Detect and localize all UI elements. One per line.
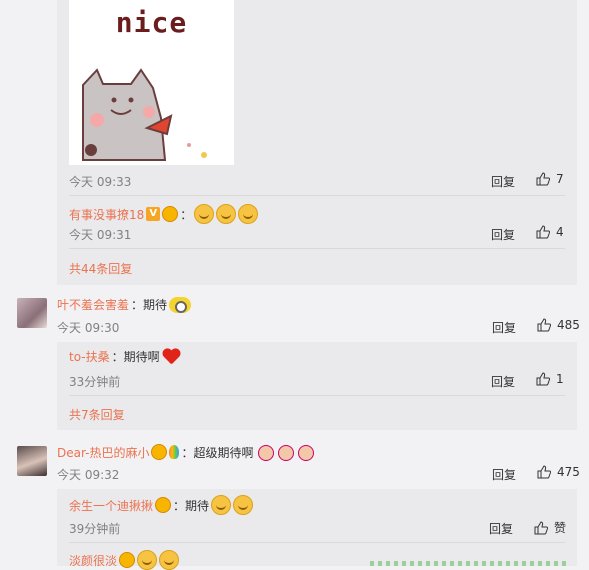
comment-username[interactable]: 叶不羞会害羞 [57, 296, 129, 313]
like-count: 7 [556, 172, 564, 186]
chick-emoji-icon [296, 443, 314, 461]
watermark-dots [370, 561, 570, 566]
like-button[interactable]: 1 [536, 372, 564, 386]
divider [69, 248, 565, 249]
thumbs-up-icon [536, 372, 550, 386]
sticker-image[interactable]: nice [69, 0, 234, 165]
laugh-cry-emoji-icon [211, 495, 232, 515]
thumbs-up-icon [536, 172, 550, 186]
divider [69, 542, 565, 543]
comment-body: Dear-热巴的麻小 ：超级期待啊 [57, 443, 314, 461]
comment-time: 今天 09:32 [57, 468, 120, 482]
fan-badge-icon [155, 497, 172, 513]
chick-emoji-icon [256, 443, 274, 461]
clap-emoji-icon [238, 204, 259, 224]
fan-badge-icon [162, 206, 179, 222]
reply-item: to-扶桑 ：期待啊 [69, 348, 180, 365]
thumbs-up-icon [537, 465, 551, 479]
reply-username[interactable]: to-扶桑 [69, 348, 110, 365]
thumbs-up-icon [536, 225, 550, 239]
reply-button[interactable]: 回复 [492, 319, 516, 336]
like-button[interactable]: 4 [536, 225, 564, 239]
thumbs-up-icon [537, 318, 551, 332]
comment-time: 今天 09:33 [69, 175, 132, 189]
balloon-badge-icon [169, 445, 180, 459]
like-count: 475 [557, 465, 580, 479]
reply-text: ：期待 [173, 498, 210, 513]
like-button[interactable]: 赞 [534, 519, 566, 536]
reply-item: 余生一个迪揪揪 ：期待 [69, 495, 254, 515]
clap-emoji-icon [216, 204, 237, 224]
fan-badge-icon [151, 444, 168, 460]
vip-badge-icon: V [146, 207, 161, 221]
like-button[interactable]: 7 [536, 172, 564, 186]
avatar[interactable] [17, 446, 47, 476]
more-replies-link[interactable]: 共7条回复 [69, 406, 125, 423]
comment-time: 今天 09:30 [57, 321, 120, 335]
avatar[interactable] [17, 298, 47, 328]
reply-item: 有事没事撩18 V ： [69, 204, 259, 224]
reply-button[interactable]: 回复 [491, 373, 515, 390]
cat-icon [82, 68, 207, 161]
reply-username[interactable]: 有事没事撩18 [69, 206, 144, 223]
reply-button[interactable]: 回复 [489, 520, 513, 537]
chick-emoji-icon [276, 443, 294, 461]
divider [69, 395, 565, 396]
reply-time: 今天 09:31 [69, 228, 132, 242]
reply-text: ：期待啊 [111, 350, 160, 364]
reply-time: 33分钟前 [69, 375, 121, 389]
like-count: 4 [556, 225, 564, 239]
laugh-cry-emoji-icon [233, 495, 254, 515]
comment-text: ：超级期待啊 [181, 445, 254, 460]
comment-text: ：期待 [131, 298, 168, 312]
thumbs-up-icon [534, 520, 548, 534]
reply-item: 淡颜很淡 [69, 550, 180, 570]
like-count: 485 [557, 318, 580, 332]
reply-time: 39分钟前 [69, 522, 121, 536]
comment-body: 叶不羞会害羞 ：期待 [57, 296, 192, 313]
clap-emoji-icon [194, 204, 215, 224]
more-replies-link[interactable]: 共44条回复 [69, 260, 132, 277]
like-count: 1 [556, 372, 564, 386]
like-button[interactable]: 475 [537, 465, 580, 479]
heart-emoji-icon [162, 349, 180, 365]
like-button[interactable]: 485 [537, 318, 580, 332]
reply-button[interactable]: 回复 [492, 466, 516, 483]
minion-emoji-icon [169, 296, 192, 313]
laugh-emoji-icon [159, 550, 180, 570]
reply-button[interactable]: 回复 [491, 173, 515, 190]
laugh-emoji-icon [137, 550, 158, 570]
reply-separator: ： [180, 207, 193, 222]
divider [69, 195, 565, 196]
reply-username[interactable]: 余生一个迪揪揪 [69, 497, 153, 514]
like-label: 赞 [554, 521, 567, 535]
comment-username[interactable]: Dear-热巴的麻小 [57, 444, 149, 461]
reply-button[interactable]: 回复 [491, 226, 515, 243]
